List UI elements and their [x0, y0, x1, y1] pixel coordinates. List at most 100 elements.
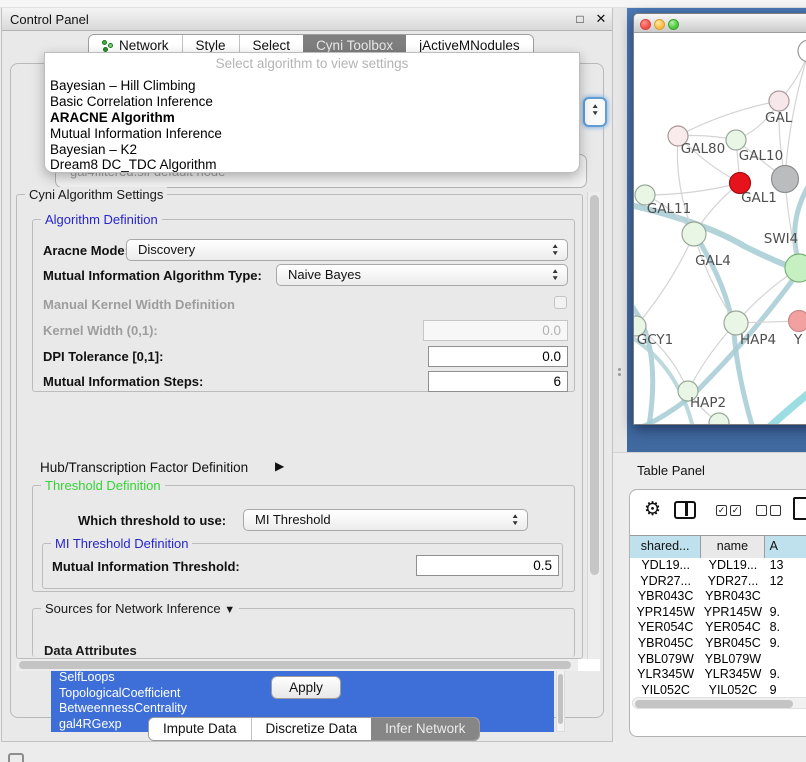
network-node[interactable]: [682, 222, 706, 246]
mi-type-combo[interactable]: Naive Bayes ▲▼: [276, 264, 568, 286]
algorithm-option[interactable]: ARACNE Algorithm: [48, 110, 576, 126]
network-node[interactable]: [785, 254, 806, 282]
network-window-titlebar[interactable]: [634, 14, 806, 33]
control-panel-title: Control Panel: [10, 12, 89, 27]
settings-horizontal-scrollbar[interactable]: [16, 659, 600, 671]
mi-steps-label: Mutual Information Steps:: [43, 374, 203, 389]
table-row[interactable]: YDL19...YDL19...13: [630, 558, 806, 574]
mi-threshold-input[interactable]: 0.5: [416, 555, 559, 576]
tab-discretize-data[interactable]: Discretize Data: [251, 718, 372, 740]
table-row[interactable]: YBR045CYBR045C9.: [630, 636, 806, 652]
table-body: YDL19...YDL19...13YDR27...YDR27...12YBR0…: [630, 558, 806, 695]
data-attribute-item[interactable]: BetweennessCentrality: [51, 701, 554, 717]
settings-vertical-scrollbar[interactable]: [587, 192, 600, 659]
combo-stepper-icon: ▲▼: [511, 513, 520, 527]
which-threshold-combo[interactable]: MI Threshold ▲▼: [243, 509, 528, 531]
kernel-width-input[interactable]: 0.0: [423, 320, 568, 341]
manual-kernel-label: Manual Kernel Width Definition: [43, 297, 235, 312]
sources-group-title[interactable]: Sources for Network Inference ▼: [41, 601, 239, 616]
network-canvas[interactable]: GALGAL80GAL10GAL1GAL11GAL4SWI4GCY1HAP4YH…: [634, 34, 806, 425]
float-window-icon[interactable]: □: [572, 11, 588, 27]
collapse-down-icon: ▼: [224, 604, 235, 616]
table-row[interactable]: YPR145WYPR145W9.: [630, 605, 806, 621]
network-node-label: GAL10: [739, 148, 783, 164]
algorithm-popup-list: Bayesian – Hill ClimbingBasic Correlatio…: [48, 78, 576, 173]
threshold-definition-title: Threshold Definition: [41, 478, 165, 493]
which-threshold-label: Which threshold to use:: [78, 513, 226, 528]
dpi-tolerance-input[interactable]: 0.0: [428, 346, 568, 367]
splitter-handle[interactable]: [618, 368, 622, 378]
aracne-mode-value: Discovery: [138, 242, 195, 257]
algorithm-combo-focused-edge[interactable]: ▲▼: [583, 97, 607, 127]
network-view-window[interactable]: GALGAL80GAL10GAL1GAL11GAL4SWI4GCY1HAP4YH…: [633, 13, 806, 425]
table-cell: YBL079W: [630, 652, 701, 668]
table-row[interactable]: YIL052CYIL052C9: [630, 683, 806, 695]
network-node[interactable]: [789, 311, 806, 332]
network-node-label: GAL1: [741, 190, 777, 206]
table-horizontal-scrollbar[interactable]: [632, 697, 806, 709]
algorithm-option[interactable]: Mutual Information Inference: [48, 126, 576, 142]
network-edge-ribbon: [795, 174, 806, 266]
mi-steps-input[interactable]: 6: [428, 371, 568, 392]
threshold-definition-group: Threshold Definition Which threshold to …: [32, 485, 575, 592]
attributes-scrollbar[interactable]: [556, 670, 565, 732]
close-icon[interactable]: ✕: [593, 11, 609, 27]
dpi-tolerance-label: DPI Tolerance [0,1]:: [43, 349, 163, 364]
network-node[interactable]: [769, 91, 789, 111]
network-node-label: GAL80: [681, 141, 725, 157]
algorithm-definition-group: Algorithm Definition Aracne Mode: Discov…: [32, 219, 575, 392]
algorithm-option[interactable]: Dream8 DC_TDC Algorithm: [48, 157, 576, 173]
table-cell: YIL052C: [630, 683, 701, 695]
table-column-header[interactable]: shared...: [630, 536, 701, 558]
network-node-label: SWI4: [764, 231, 799, 247]
table-column-header[interactable]: name: [701, 536, 764, 558]
table-row[interactable]: YLR345WYLR345W9.: [630, 667, 806, 683]
close-traffic-light[interactable]: [640, 19, 651, 30]
network-node[interactable]: [726, 130, 746, 150]
network-node-label: GAL11: [647, 201, 691, 217]
algorithm-option[interactable]: Basic Correlation Inference: [48, 94, 576, 110]
mi-type-label: Mutual Information Algorithm Type:: [43, 268, 262, 283]
table-row[interactable]: YBL079WYBL079W: [630, 652, 806, 668]
network-node-label: GAL: [765, 110, 793, 126]
zoom-traffic-light[interactable]: [668, 19, 679, 30]
settings-group-title: Cyni Algorithm Settings: [25, 187, 167, 202]
minimize-traffic-light[interactable]: [654, 19, 665, 30]
table-cell: YPR145W: [630, 605, 701, 621]
table-row[interactable]: YDR27...YDR27...12: [630, 574, 806, 590]
table-row[interactable]: YER054CYER054C8.: [630, 620, 806, 636]
select-all-checks-icon[interactable]: ✓✓: [716, 505, 741, 516]
minimized-panel-icon[interactable]: [8, 753, 24, 762]
control-panel-titlebar: Control Panel □ ✕: [2, 8, 612, 31]
export-table-icon[interactable]: [793, 497, 806, 520]
cyni-algorithm-settings-group: Cyni Algorithm Settings Algorithm Defini…: [16, 194, 583, 659]
aracne-mode-combo[interactable]: Discovery ▲▼: [126, 239, 568, 261]
network-node-label: Y: [793, 332, 803, 348]
manual-kernel-checkbox[interactable]: [554, 296, 567, 309]
columns-icon[interactable]: [674, 501, 696, 519]
algorithm-option[interactable]: Bayesian – Hill Climbing: [48, 78, 576, 94]
table-cell: YER054C: [630, 620, 701, 636]
apply-button[interactable]: Apply: [271, 676, 341, 699]
table-cell: YPR145W: [701, 605, 764, 621]
table-column-header[interactable]: A: [765, 536, 806, 558]
tab-infer-network[interactable]: Infer Network: [371, 718, 479, 740]
data-attributes-label: Data Attributes: [44, 643, 137, 658]
table-cell: YBR045C: [630, 636, 701, 652]
table-cell: 9.: [765, 605, 806, 621]
gear-icon[interactable]: ⚙: [644, 498, 661, 521]
network-node[interactable]: [772, 166, 799, 193]
mi-threshold-label: Mutual Information Threshold:: [52, 559, 240, 574]
table-row[interactable]: YBR043CYBR043C: [630, 589, 806, 605]
table-cell: YLR345W: [701, 667, 764, 683]
tab-impute-data[interactable]: Impute Data: [149, 718, 251, 740]
network-icon: [102, 40, 114, 52]
network-node[interactable]: [709, 413, 729, 425]
network-edge: [645, 183, 740, 195]
network-node[interactable]: [798, 40, 806, 62]
table-cell: YBR045C: [701, 636, 764, 652]
clear-all-checks-icon[interactable]: [756, 505, 781, 516]
algorithm-option[interactable]: Bayesian – K2: [48, 142, 576, 158]
hub-section-label[interactable]: Hub/Transcription Factor Definition: [40, 460, 248, 475]
expand-right-icon[interactable]: ▶: [275, 459, 284, 473]
